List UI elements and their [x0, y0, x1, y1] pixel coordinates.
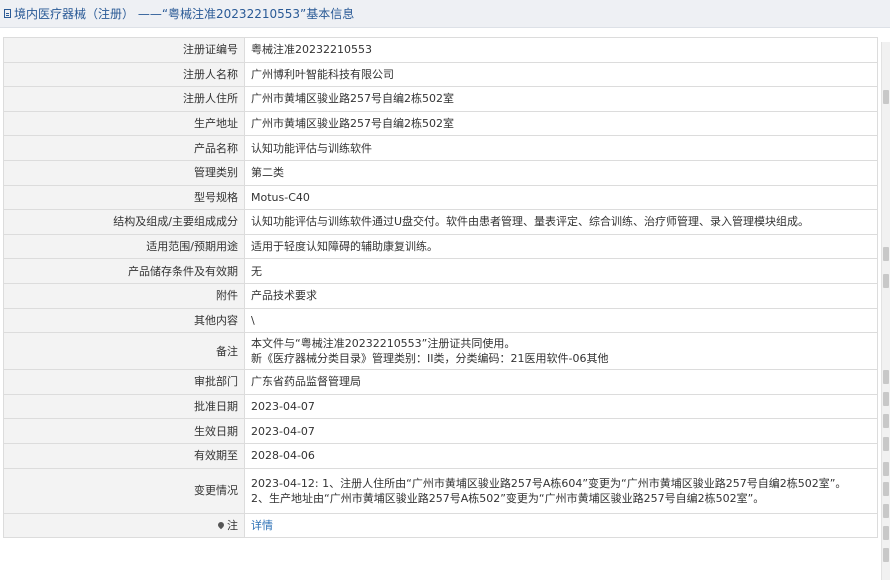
remark-label: 备注: [3, 332, 245, 371]
table-row: 附件 产品技术要求: [3, 282, 878, 309]
field-label: 产品名称: [3, 135, 245, 161]
field-value: \: [244, 307, 878, 334]
change-row: 变更情况 2023-04-12: 1、注册人住所由“广州市黄埔区骏业路257号A…: [3, 467, 878, 514]
field-value: 认知功能评估与训练软件通过U盘交付。软件由患者管理、量表评定、综合训练、治疗师管…: [244, 209, 878, 235]
field-label: 注册人住所: [3, 86, 245, 112]
scroll-marker: [883, 414, 889, 428]
remark-row: 备注 本文件与“粤械注准20232210553”注册证共同使用。 新《医疗器械分…: [3, 332, 878, 371]
scroll-marker: [883, 504, 889, 518]
field-value: 广州博利叶智能科技有限公司: [244, 61, 878, 88]
table-row: 其他内容 \: [3, 307, 878, 334]
page-title-bar: 境内医疗器械（注册） ——“粤械注准20232210553”基本信息: [0, 0, 890, 28]
note-row: 注 详情: [3, 512, 878, 539]
table-row: 产品名称 认知功能评估与训练软件: [3, 135, 878, 161]
table-row: 生产地址 广州市黄埔区骏业路257号自编2栋502室: [3, 110, 878, 137]
scroll-marker: [883, 370, 889, 384]
field-label: 生效日期: [3, 418, 245, 444]
field-label: 附件: [3, 282, 245, 309]
note-label-cell: 注: [3, 512, 245, 539]
change-line-2: 2、生产地址由“广州市黄埔区骏业路257号A栋502”变更为“广州市黄埔区骏业路…: [251, 491, 765, 505]
scroll-marker: [883, 526, 889, 540]
table-row: 注册人名称 广州博利叶智能科技有限公司: [3, 61, 878, 88]
scroll-marker: [883, 437, 889, 451]
table-row: 型号规格 Motus-C40: [3, 184, 878, 211]
field-value: 产品技术要求: [244, 282, 878, 309]
table-row: 注册证编号 粤械注准20232210553: [3, 37, 878, 63]
field-value: 认知功能评估与训练软件: [244, 135, 878, 161]
field-label: 注册人名称: [3, 61, 245, 88]
field-value: Motus-C40: [244, 184, 878, 211]
field-label: 注册证编号: [3, 37, 245, 63]
field-label: 型号规格: [3, 184, 245, 211]
field-value: 适用于轻度认知障碍的辅助康复训练。: [244, 233, 878, 260]
scroll-marker: [883, 392, 889, 406]
scroll-marker: [883, 247, 889, 261]
scroll-marker: [883, 274, 889, 288]
note-value: 详情: [244, 512, 878, 539]
scroll-marker: [883, 90, 889, 104]
table-row: 注册人住所 广州市黄埔区骏业路257号自编2栋502室: [3, 86, 878, 112]
change-label: 变更情况: [3, 467, 245, 514]
table-row: 管理类别 第二类: [3, 159, 878, 186]
field-label: 其他内容: [3, 307, 245, 334]
document-icon: [4, 9, 11, 18]
field-value: 无: [244, 258, 878, 284]
table-row: 适用范围/预期用途 适用于轻度认知障碍的辅助康复训练。: [3, 233, 878, 260]
field-label: 审批部门: [3, 369, 245, 395]
field-value: 广州市黄埔区骏业路257号自编2栋502室: [244, 86, 878, 112]
field-label: 有效期至: [3, 442, 245, 469]
field-label: 产品储存条件及有效期: [3, 258, 245, 284]
scroll-marker: [883, 462, 889, 476]
field-value: 第二类: [244, 159, 878, 186]
field-value: 2023-04-07: [244, 418, 878, 444]
scroll-marker: [883, 548, 889, 562]
field-value: 2028-04-06: [244, 442, 878, 469]
table-row: 生效日期 2023-04-07: [3, 418, 878, 444]
change-line-1: 2023-04-12: 1、注册人住所由“广州市黄埔区骏业路257号A栋604”…: [251, 476, 847, 490]
table-row: 审批部门 广东省药品监督管理局: [3, 369, 878, 395]
field-label: 生产地址: [3, 110, 245, 137]
table-row: 产品储存条件及有效期无: [3, 258, 878, 284]
field-value: 2023-04-07: [244, 393, 878, 420]
details-link[interactable]: 详情: [251, 519, 273, 532]
table-row: 有效期至 2028-04-06: [3, 442, 878, 469]
field-label: 适用范围/预期用途: [3, 233, 245, 260]
note-label: 注: [227, 518, 238, 532]
field-label: 批准日期: [3, 393, 245, 420]
remark-value: 本文件与“粤械注准20232210553”注册证共同使用。 新《医疗器械分类目录…: [244, 332, 878, 371]
scroll-marker: [883, 482, 889, 496]
field-label: 管理类别: [3, 159, 245, 186]
field-value: 粤械注准20232210553: [244, 37, 878, 63]
remark-line-1: 本文件与“粤械注准20232210553”注册证共同使用。: [251, 337, 516, 351]
change-value: 2023-04-12: 1、注册人住所由“广州市黄埔区骏业路257号A栋604”…: [244, 467, 878, 514]
scrollbar[interactable]: [881, 42, 890, 580]
page-title: 境内医疗器械（注册） ——“粤械注准20232210553”基本信息: [14, 7, 355, 21]
field-value: 广东省药品监督管理局: [244, 369, 878, 395]
remark-line-2: 新《医疗器械分类目录》管理类别：II类，分类编码：21医用软件-06其他: [251, 352, 609, 366]
field-label: 结构及组成/主要组成成分: [3, 209, 245, 235]
table-row: 批准日期 2023-04-07: [3, 393, 878, 420]
pin-icon: [216, 520, 226, 530]
table-row: 结构及组成/主要组成成分 认知功能评估与训练软件通过U盘交付。软件由患者管理、量表…: [3, 209, 878, 235]
field-value: 广州市黄埔区骏业路257号自编2栋502室: [244, 110, 878, 137]
info-table: 注册证编号 粤械注准20232210553 注册人名称 广州博利叶智能科技有限公司 …: [3, 37, 878, 539]
